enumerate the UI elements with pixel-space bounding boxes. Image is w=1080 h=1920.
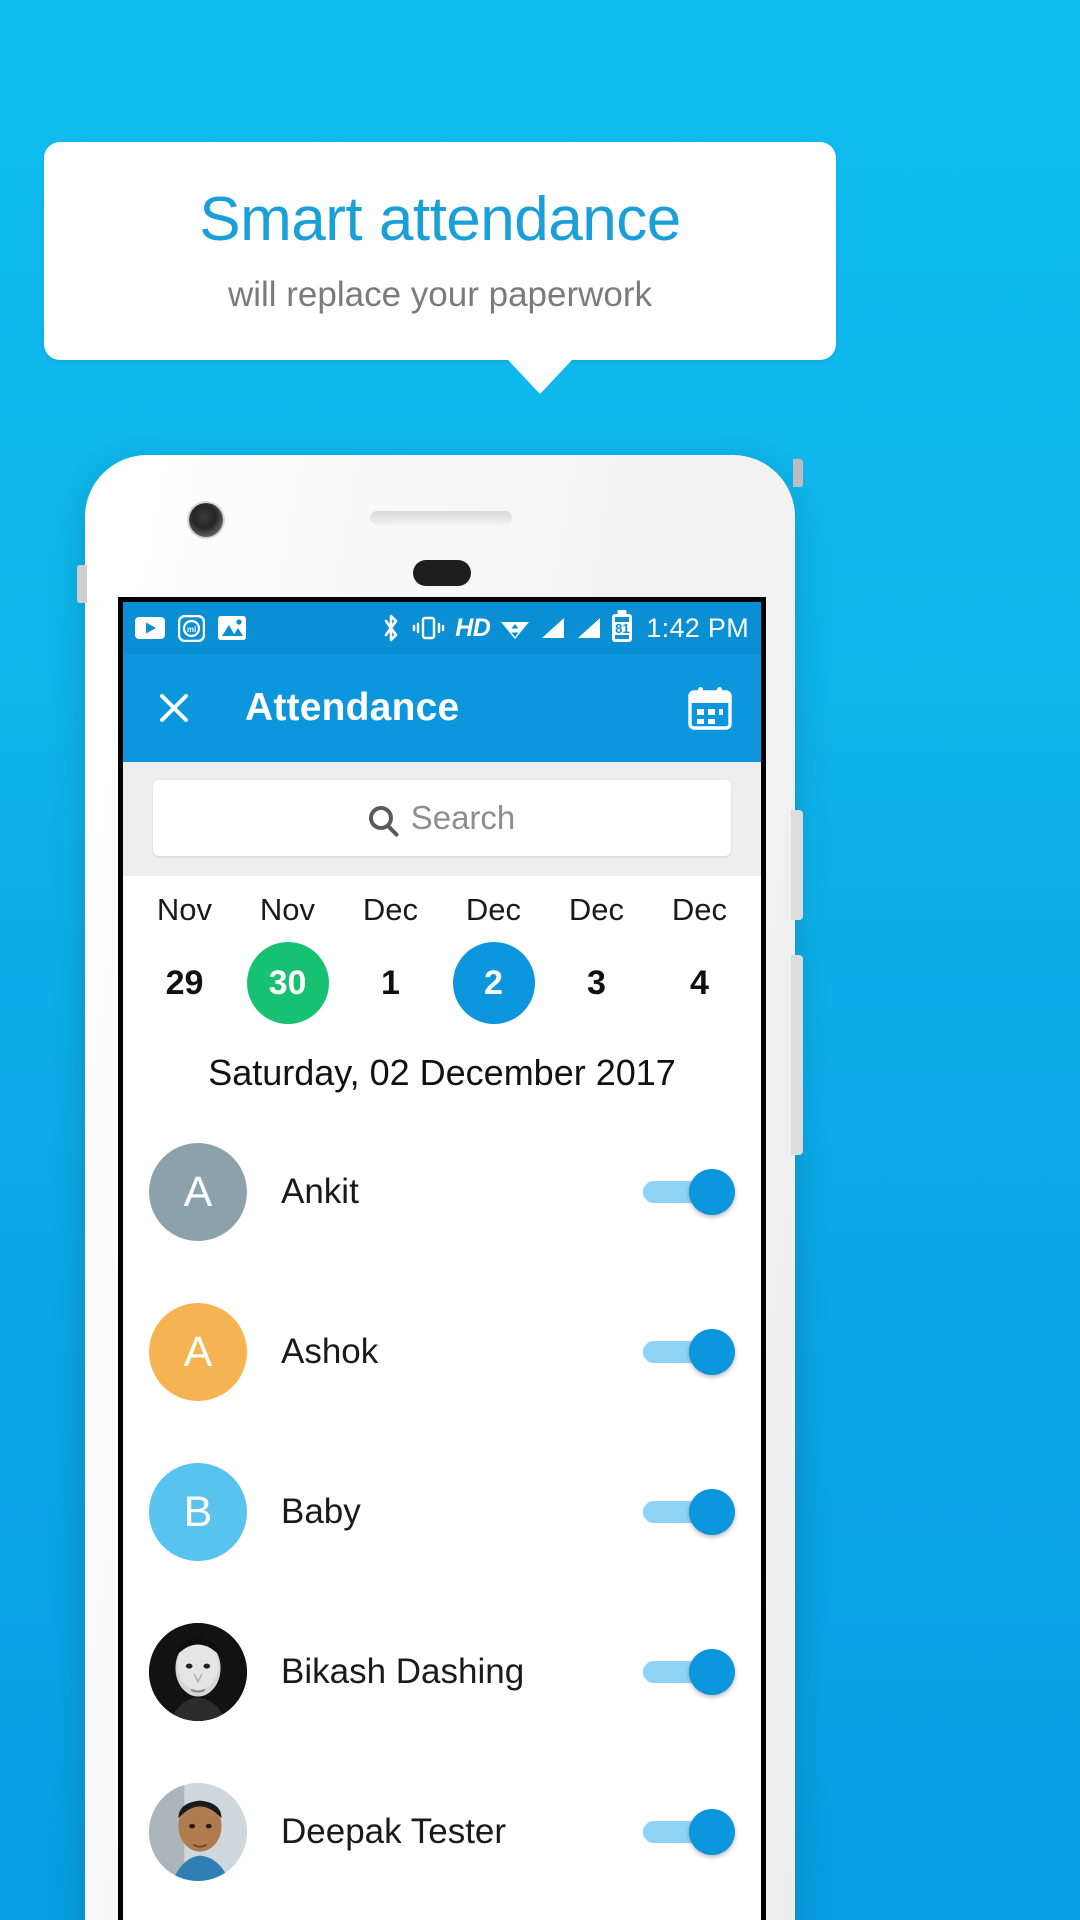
hd-icon: HD [455, 613, 491, 642]
vibrate-icon [413, 616, 445, 640]
earpiece-speaker [370, 511, 512, 525]
date-month: Dec [568, 892, 625, 927]
person-name: Ankit [281, 1172, 359, 1211]
phone-mockup: mi HD 81 1:42 PM Attendance Search Nov 2… [77, 455, 803, 1920]
date-cell-0[interactable]: Nov 29 [133, 892, 236, 1024]
person-name: Deepak Tester [281, 1812, 507, 1851]
date-strip: Nov 29 Nov 30 Dec 1 Dec 2 Dec 3 Dec 4 [123, 876, 761, 1030]
avatar [149, 1623, 247, 1721]
date-day-today: 30 [246, 942, 329, 1024]
search-placeholder: Search [410, 799, 516, 836]
date-cell-1[interactable]: Nov 30 [236, 892, 339, 1024]
status-bar: mi HD 81 1:42 PM [123, 602, 761, 654]
gallery-icon [218, 616, 246, 640]
date-day: 1 [381, 963, 400, 1002]
phone-volume-button [791, 810, 803, 920]
proximity-sensor [413, 560, 471, 586]
date-day-selected: 2 [452, 942, 535, 1024]
attendance-toggle[interactable] [643, 1169, 735, 1215]
attendance-toggle[interactable] [643, 1809, 735, 1855]
person-name: Bikash Dashing [281, 1652, 525, 1691]
mi-app-icon: mi [178, 614, 205, 642]
front-camera-icon [189, 503, 223, 537]
list-item[interactable]: Bikash Dashing [123, 1592, 761, 1752]
date-cell-2[interactable]: Dec 1 [339, 892, 442, 1024]
promo-bubble: Smart attendance will replace your paper… [44, 142, 836, 360]
phone-button-right-top [793, 459, 803, 487]
list-item[interactable]: B Baby [123, 1432, 761, 1592]
avatar [149, 1783, 247, 1881]
date-cell-3[interactable]: Dec 2 [442, 892, 545, 1024]
list-item[interactable]: A Ankit [123, 1112, 761, 1272]
signal-icon-2 [578, 618, 601, 638]
date-day: 3 [587, 963, 606, 1002]
selected-date-label: Saturday, 02 December 2017 [208, 1052, 676, 1093]
svg-text:mi: mi [187, 625, 196, 634]
avatar-photo-icon [149, 1783, 247, 1881]
battery-level: 81 [614, 620, 631, 636]
promo-title: Smart attendance [199, 185, 681, 255]
status-bar-clock: 1:42 PM [646, 612, 749, 643]
phone-power-button [791, 955, 803, 1155]
avatar-initial: A [183, 1327, 213, 1376]
bluetooth-icon [384, 614, 398, 642]
toggle-knob [689, 1649, 735, 1695]
phone-screen: mi HD 81 1:42 PM Attendance Search Nov 2… [118, 597, 766, 1920]
avatar-initial: A [183, 1167, 213, 1216]
phone-button-left [77, 565, 87, 603]
wifi-icon [501, 622, 530, 639]
attendance-toggle[interactable] [643, 1489, 735, 1535]
battery-icon: 81 [612, 614, 633, 642]
search-container: Search [123, 762, 761, 876]
toggle-knob [689, 1809, 735, 1855]
promo-subtitle: will replace your paperwork [227, 274, 653, 314]
list-item[interactable]: Deepak Tester [123, 1752, 761, 1912]
avatar-photo-icon [149, 1623, 247, 1721]
promo-bubble-tail [508, 360, 572, 394]
list-item[interactable]: A Ashok [123, 1272, 761, 1432]
app-bar: Attendance [123, 654, 761, 762]
attendance-toggle[interactable] [643, 1649, 735, 1695]
avatar-initial: B [183, 1487, 213, 1536]
avatar: A [149, 1143, 247, 1241]
person-name: Ashok [281, 1332, 379, 1371]
toggle-knob [689, 1169, 735, 1215]
avatar: A [149, 1303, 247, 1401]
date-month: Dec [362, 892, 419, 927]
date-day: 4 [690, 963, 709, 1002]
person-name: Baby [281, 1492, 361, 1531]
youtube-icon [135, 617, 165, 639]
toggle-knob [689, 1489, 735, 1535]
search-input[interactable]: Search [153, 780, 731, 856]
attendance-list: A Ankit A Ashok B Baby Bikash Dashing De… [123, 1112, 761, 1912]
calendar-icon[interactable] [687, 685, 733, 731]
search-icon [368, 806, 393, 830]
date-month: Nov [156, 892, 213, 927]
close-icon[interactable] [151, 685, 197, 731]
date-month: Nov [259, 892, 316, 927]
signal-icon-1 [542, 618, 565, 638]
attendance-toggle[interactable] [643, 1329, 735, 1375]
date-month: Dec [671, 892, 728, 927]
page-title: Attendance [245, 686, 460, 729]
toggle-knob [689, 1329, 735, 1375]
date-day: 29 [165, 963, 204, 1002]
date-cell-5[interactable]: Dec 4 [648, 892, 751, 1024]
date-month: Dec [465, 892, 522, 927]
avatar: B [149, 1463, 247, 1561]
date-cell-4[interactable]: Dec 3 [545, 892, 648, 1024]
